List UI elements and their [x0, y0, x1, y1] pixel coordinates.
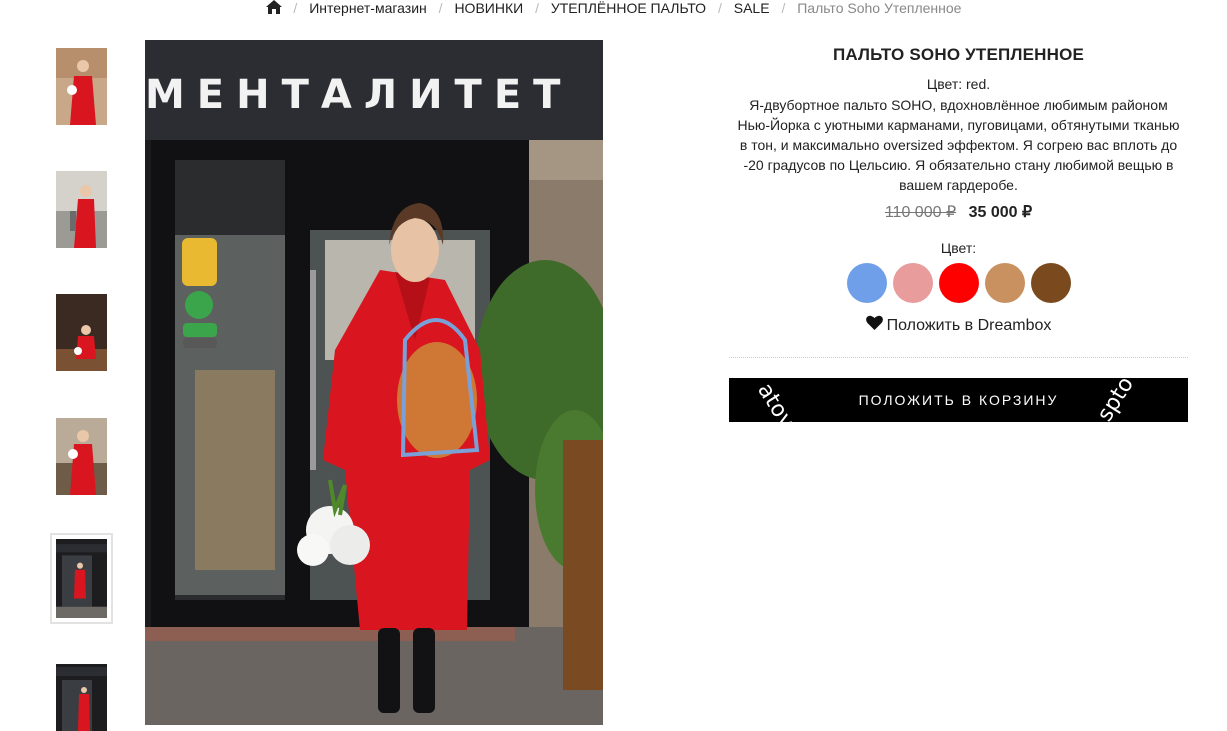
new-price: 35 000 ₽	[968, 204, 1033, 221]
product-title: ПАЛЬТО SOHO УТЕПЛЕННОЕ	[832, 45, 1085, 64]
product-color: Цвет: red.	[926, 76, 991, 92]
thumbnail-2[interactable]	[56, 171, 107, 248]
thumbnail-5-active[interactable]	[50, 533, 113, 624]
color-swatches	[729, 263, 1188, 303]
breadcrumb-warm-coat[interactable]: УТЕПЛЁННОЕ ПАЛЬТО	[551, 0, 706, 16]
breadcrumb-new[interactable]: НОВИНКИ	[454, 0, 523, 16]
breadcrumb-separator: /	[535, 0, 539, 16]
price-block: 110 000 ₽ 35 000 ₽	[729, 203, 1188, 223]
add-to-cart-button[interactable]: atov.ru ПОЛОЖИТЬ В КОРЗИНУ sptova	[729, 378, 1188, 422]
swatch-pink[interactable]	[892, 263, 933, 303]
old-price: 110 000 ₽	[884, 204, 957, 221]
divider	[729, 357, 1188, 358]
dreambox-link[interactable]: Положить в Dreambox	[729, 315, 1188, 336]
storefront-sign-text: МЕНТАЛИТЕТ	[145, 72, 572, 118]
heart-icon	[865, 315, 883, 336]
thumbnail-3[interactable]	[56, 294, 107, 371]
breadcrumb: / Интернет-магазин / НОВИНКИ / УТЕПЛЁННО…	[0, 0, 1227, 16]
watermark-left: atov.ru	[752, 378, 815, 422]
add-to-cart-label: ПОЛОЖИТЬ В КОРЗИНУ	[858, 392, 1059, 408]
swatch-brown[interactable]	[1030, 263, 1071, 303]
color-label: Цвет:	[940, 240, 977, 256]
swatch-camel[interactable]	[984, 263, 1025, 303]
swatch-blue[interactable]	[846, 263, 887, 303]
home-icon[interactable]	[265, 0, 282, 17]
breadcrumb-sale[interactable]: SALE	[734, 0, 770, 16]
thumbnail-4[interactable]	[56, 418, 107, 495]
product-info: ПАЛЬТО SOHO УТЕПЛЕННОЕ Цвет: red. Я-двуб…	[729, 40, 1188, 422]
main-product-photo[interactable]: МЕНТАЛИТЕТ	[145, 40, 603, 725]
thumbnail-1[interactable]	[56, 48, 107, 125]
breadcrumb-shop[interactable]: Интернет-магазин	[309, 0, 427, 16]
breadcrumb-separator: /	[717, 0, 722, 16]
breadcrumb-separator: /	[438, 0, 443, 16]
thumbnail-6[interactable]	[56, 664, 107, 731]
breadcrumb-current: Пальто Soho Утепленное	[797, 0, 962, 16]
product-description: Я-двубортное пальто SOHO, вдохновлённое …	[737, 97, 1180, 193]
breadcrumb-separator: /	[293, 0, 298, 16]
watermark-right: sptova	[1092, 378, 1154, 422]
breadcrumb-separator: /	[781, 0, 786, 16]
dreambox-label: Положить в Dreambox	[886, 316, 1052, 334]
swatch-red[interactable]	[938, 263, 979, 303]
